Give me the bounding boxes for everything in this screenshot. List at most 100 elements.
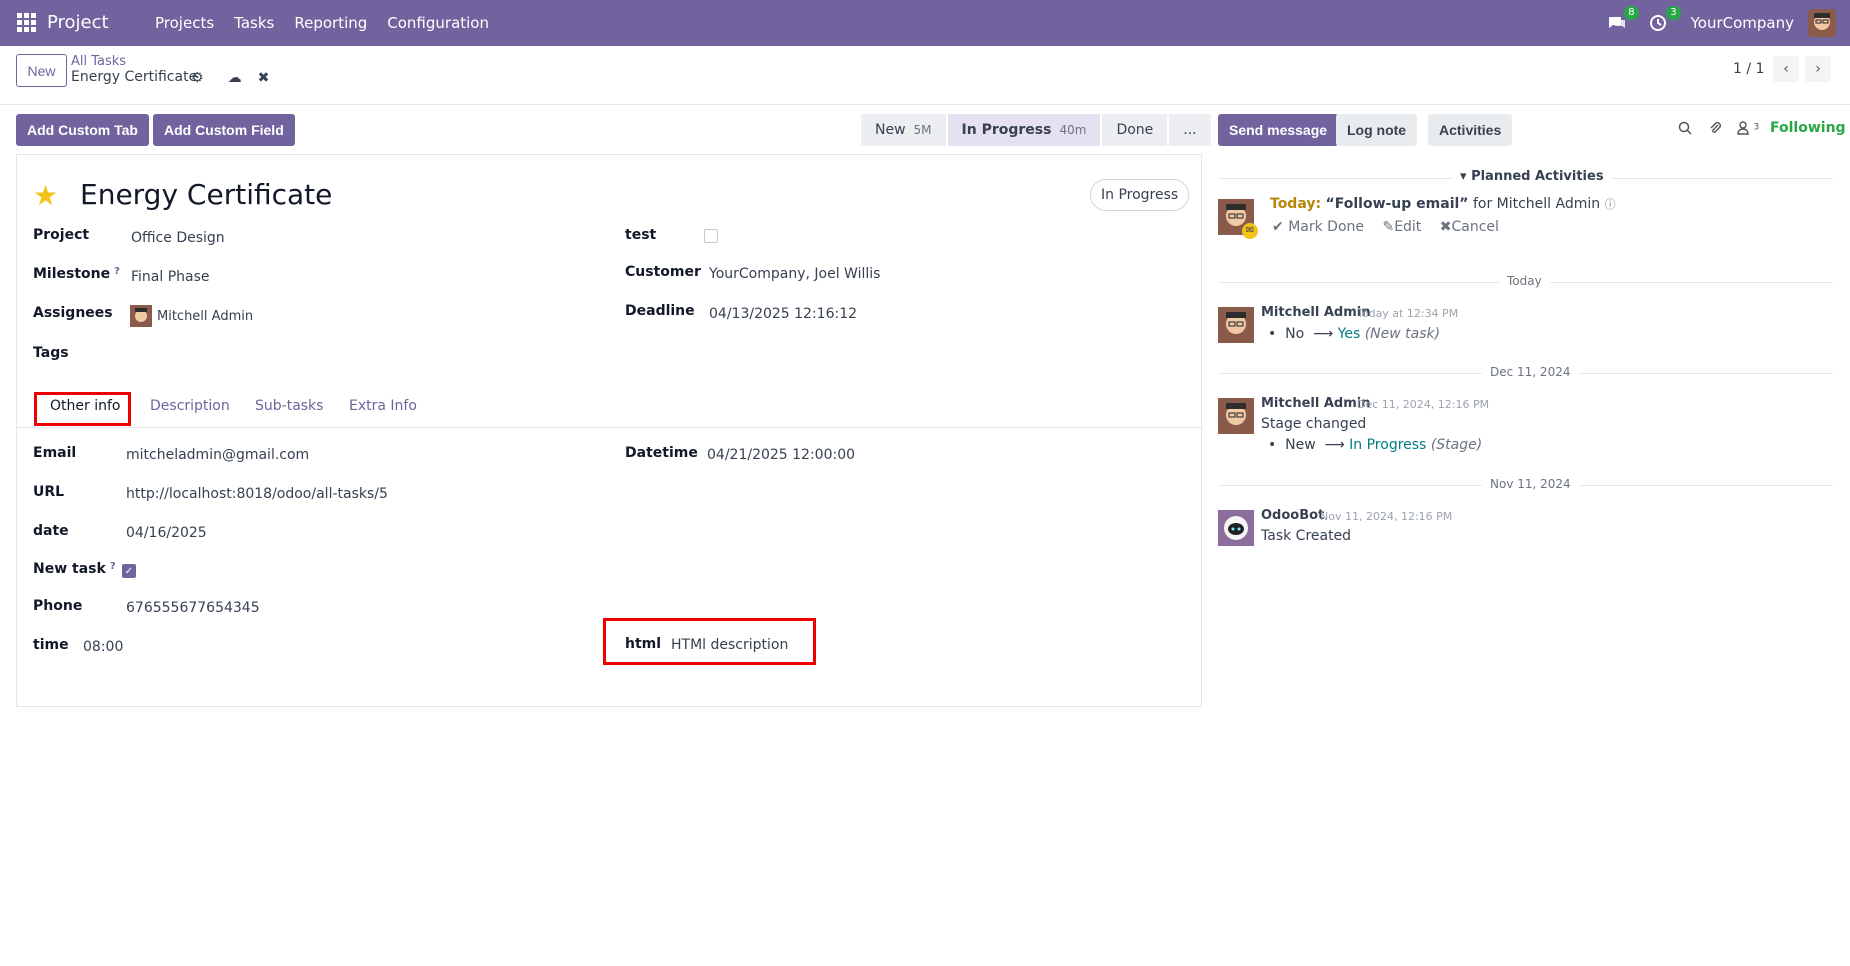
arrow-right-icon: ⟶ [1308,326,1338,342]
message-author[interactable]: Mitchell Admin [1261,305,1370,320]
message-author[interactable]: Mitchell Admin [1261,396,1370,411]
info-icon[interactable]: ⓘ [1605,198,1616,211]
edit-label: Edit [1394,219,1422,235]
new-task-label-text: New task [33,561,106,577]
paperclip-icon[interactable] [1708,121,1722,139]
followers-count: 3 [1753,122,1760,133]
test-label: test [625,227,657,243]
record-actions: ⚙ ☁ ✖ [191,70,269,86]
search-icon[interactable] [1678,121,1692,139]
log-note-button[interactable]: Log note [1336,114,1418,146]
milestone-label-text: Milestone [33,266,111,282]
menu-projects[interactable]: Projects [155,14,214,32]
menu-tasks[interactable]: Tasks [234,14,274,32]
cloud-save-icon[interactable]: ☁ [228,70,242,86]
tab-extra-info[interactable]: Extra Info [349,398,417,414]
tracking-old-value: No [1285,326,1305,342]
mark-done-button[interactable]: ✔ Mark Done [1272,219,1364,235]
discard-icon[interactable]: ✖ [258,70,270,86]
deadline-field[interactable]: 04/13/2025 12:16:12 [709,306,857,322]
navbar-systray: 8 3 YourCompany [1607,0,1850,46]
datetime-label: Datetime [625,445,698,461]
phone-field[interactable]: 676555677654345 [126,600,260,616]
datetime-field[interactable]: 04/21/2025 12:00:00 [707,447,855,463]
milestone-label: Milestone? [33,266,120,282]
url-field[interactable]: http://localhost:8018/odoo/all-tasks/5 [126,486,388,502]
html-label: html [625,636,662,652]
status-badge[interactable]: In Progress [1090,179,1190,211]
date-field[interactable]: 04/16/2025 [126,525,207,541]
user-avatar[interactable] [1808,9,1836,37]
message-avatar [1218,398,1254,434]
pager-previous-button[interactable]: ‹ [1773,56,1799,82]
time-field[interactable]: 08:00 [83,639,123,655]
message-author[interactable]: OdooBot [1261,508,1324,523]
app-brand[interactable]: Project [47,12,109,33]
activity-summary: “Follow-up email” [1325,196,1469,212]
top-navbar: Project Projects Tasks Reporting Configu… [0,0,1850,46]
cancel-activity-button[interactable]: ✖Cancel [1440,219,1499,235]
tags-label: Tags [33,345,69,361]
add-custom-field-button[interactable]: Add Custom Field [152,114,295,146]
pager-next-button[interactable]: › [1805,56,1831,82]
milestone-field[interactable]: Final Phase [131,269,210,285]
assignees-label: Assignees [33,305,113,321]
followers-icon[interactable]: 3 [1737,121,1759,139]
menu-configuration[interactable]: Configuration [387,14,489,32]
messaging-icon[interactable]: 8 [1607,6,1639,32]
menu-reporting[interactable]: Reporting [294,14,367,32]
stage-label: ... [1183,122,1197,138]
stage-in-progress[interactable]: In Progress 40m [947,114,1101,146]
add-custom-tab-button[interactable]: Add Custom Tab [16,114,149,146]
new-task-checkbox[interactable]: ✓ [122,564,136,578]
company-switcher[interactable]: YourCompany [1691,14,1794,32]
task-title[interactable]: Energy Certificate [80,178,332,211]
messages-badge: 8 [1624,6,1639,20]
tab-description[interactable]: Description [150,398,230,414]
odoobot-avatar [1218,510,1254,546]
bullet: • [1268,437,1286,453]
edit-activity-button[interactable]: ✎Edit [1382,219,1421,235]
new-button[interactable]: New [16,54,67,87]
planned-activities-toggle[interactable]: ▾ Planned Activities [1452,169,1612,184]
stage-more[interactable]: ... [1169,114,1211,146]
time-label: time [33,637,69,653]
assignee-name[interactable]: Mitchell Admin [157,309,253,324]
tracking-new-value: In Progress [1349,437,1427,453]
message-body: Task Created [1261,528,1352,544]
stage-new[interactable]: New 5M [861,114,946,146]
control-panel: New All Tasks Energy Certificate ⚙ ☁ ✖ 1… [0,46,1850,105]
stage-time: 40m [1059,123,1087,137]
help-tooltip-icon[interactable]: ? [110,561,116,572]
arrow-right-icon: ⟶ [1320,437,1350,453]
stage-statusbar: New 5M In Progress 40m Done ... [861,114,1213,146]
priority-star-icon[interactable]: ★ [33,179,58,212]
following-button[interactable]: Following [1770,120,1846,136]
message-time: Today at 12:34 PM [1357,307,1459,320]
chevron-left-icon: ‹ [1783,61,1789,77]
gear-icon[interactable]: ⚙ [191,70,204,86]
project-field[interactable]: Office Design [131,230,225,246]
test-checkbox[interactable] [704,229,718,243]
customer-field[interactable]: YourCompany, Joel Willis [709,266,880,282]
help-tooltip-icon[interactable]: ? [114,266,120,277]
tab-sub-tasks[interactable]: Sub-tasks [255,398,323,414]
message-time: Nov 11, 2024, 12:16 PM [1320,510,1453,523]
activity-clock-icon[interactable]: 3 [1649,6,1681,32]
email-field[interactable]: mitcheladmin@gmail.com [126,447,309,463]
tracking-new-value: Yes [1337,326,1361,342]
apps-grid-icon[interactable] [17,13,36,32]
breadcrumb-current: Energy Certificate [71,69,198,85]
breadcrumb-parent[interactable]: All Tasks [71,54,126,69]
stage-done[interactable]: Done [1102,114,1168,146]
activities-button[interactable]: Activities [1428,114,1513,146]
form-sheet: ★ Energy Certificate In Progress Project… [16,154,1203,707]
stage-label: Done [1116,122,1154,138]
new-task-label: New task? [33,561,116,577]
pager-value[interactable]: 1 / 1 [1733,61,1764,77]
html-field[interactable]: HTMl description [671,637,788,653]
url-label: URL [33,484,65,500]
date-separator-today: Today [1499,274,1550,288]
stage-label: New [875,122,906,138]
send-message-button[interactable]: Send message [1218,114,1339,146]
